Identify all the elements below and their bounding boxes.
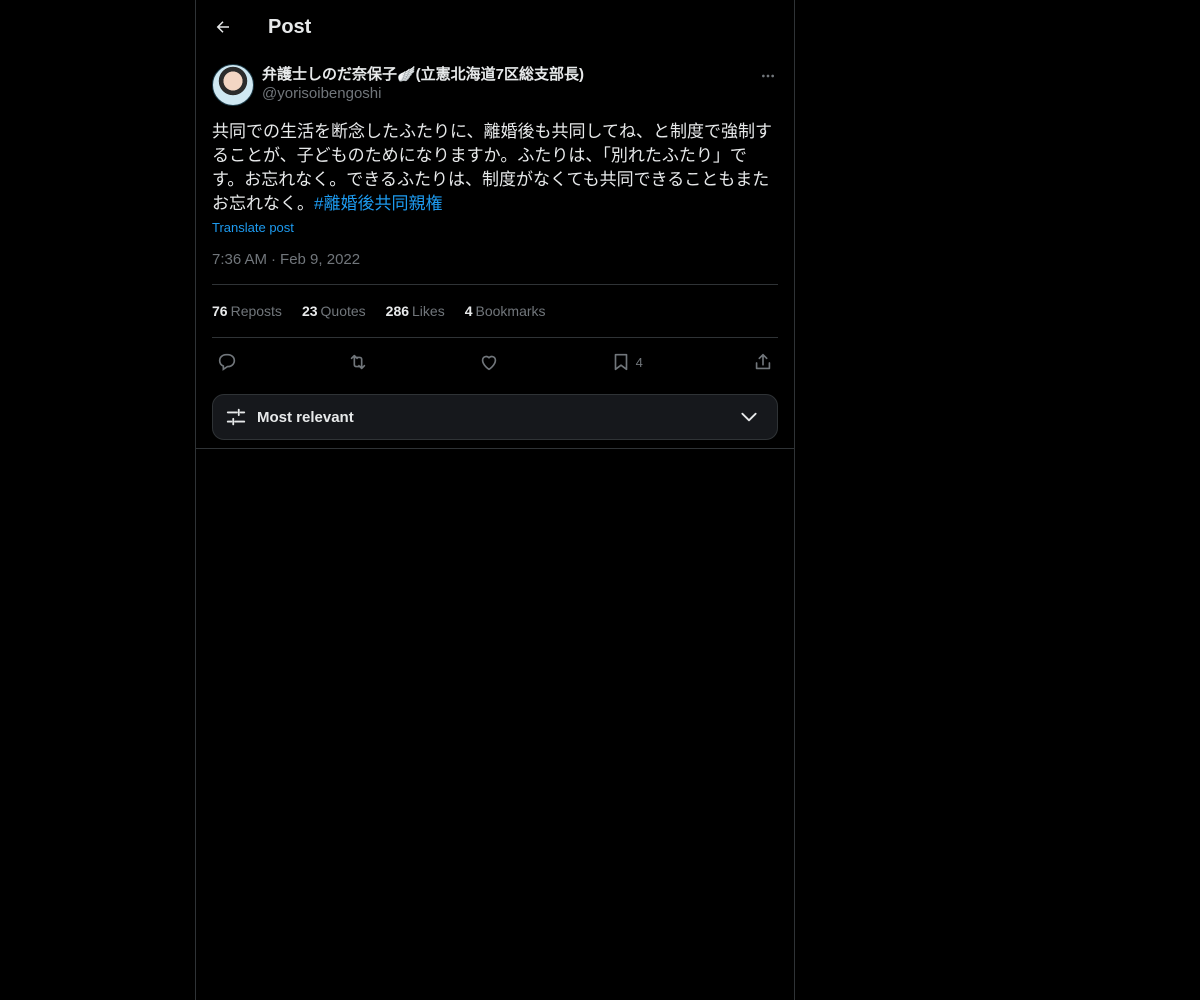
section-divider <box>196 448 794 449</box>
post-body: 共同での生活を断念したふたりに、離婚後も共同してね、と制度で強制することが、子ど… <box>212 122 772 213</box>
user-handle[interactable]: @yorisoibengoshi <box>262 84 584 104</box>
reply-button[interactable] <box>216 351 238 373</box>
post-time[interactable]: 7:36 AM <box>212 251 267 268</box>
post-timestamp: 7:36 AM · Feb 9, 2022 <box>212 251 778 285</box>
share-button[interactable] <box>752 351 774 373</box>
reply-sort-dropdown[interactable]: Most relevant <box>212 394 778 440</box>
bookmarks-stat[interactable]: 4 Bookmarks <box>465 303 546 319</box>
reposts-label: Reposts <box>230 303 282 319</box>
engagement-stats: 76 Reposts 23 Quotes 286 Likes 4 Bookmarks <box>212 285 778 338</box>
post-text: 共同での生活を断念したふたりに、離婚後も共同してね、と制度で強制することが、子ど… <box>212 120 778 216</box>
bookmark-icon <box>614 353 627 371</box>
repost-icon <box>350 354 366 370</box>
likes-label: Likes <box>412 303 445 319</box>
reposts-count: 76 <box>212 303 228 319</box>
heart-icon <box>482 355 497 371</box>
bookmarks-count: 4 <box>464 303 473 319</box>
arrow-left-icon <box>216 21 229 33</box>
quotes-stat[interactable]: 23 Quotes <box>302 303 366 319</box>
hashtag-link[interactable]: #離婚後共同親権 <box>314 194 442 213</box>
bookmark-button[interactable]: 4 <box>610 351 643 373</box>
bookmark-count: 4 <box>635 354 643 370</box>
page-title: Post <box>268 15 312 38</box>
translate-post-link[interactable]: Translate post <box>212 220 778 235</box>
action-bar: 4 <box>212 338 778 386</box>
display-name[interactable]: 弁護士しのだ奈保子🪽(立憲北海道7区総支部長) <box>262 66 584 84</box>
main-column: Post 弁護士しのだ奈保子🪽(立憲北海道7区総支部長) @yorisoiben… <box>195 0 795 1000</box>
sliders-icon <box>226 408 246 426</box>
page-header: Post <box>196 0 794 54</box>
quotes-label: Quotes <box>320 303 366 319</box>
share-icon <box>755 353 771 370</box>
likes-count: 286 <box>385 303 410 319</box>
more-icon <box>762 74 774 78</box>
like-button[interactable] <box>478 351 500 373</box>
likes-stat[interactable]: 286 Likes <box>386 303 445 319</box>
bookmarks-label: Bookmarks <box>475 303 546 319</box>
author-row: 弁護士しのだ奈保子🪽(立憲北海道7区総支部長) @yorisoibengoshi <box>212 64 778 106</box>
reposts-stat[interactable]: 76 Reposts <box>212 303 282 319</box>
chevron-down-icon <box>741 412 757 422</box>
reply-icon <box>218 353 236 371</box>
separator-dot: · <box>271 251 277 268</box>
sort-label: Most relevant <box>257 408 354 426</box>
repost-button[interactable] <box>347 351 369 373</box>
quotes-count: 23 <box>301 303 318 319</box>
post: 弁護士しのだ奈保子🪽(立憲北海道7区総支部長) @yorisoibengoshi… <box>196 54 794 449</box>
avatar[interactable] <box>212 64 254 106</box>
more-options-button[interactable] <box>758 66 778 86</box>
back-button[interactable] <box>212 16 234 38</box>
post-date[interactable]: Feb 9, 2022 <box>280 251 360 268</box>
author-names: 弁護士しのだ奈保子🪽(立憲北海道7区総支部長) @yorisoibengoshi <box>262 66 584 104</box>
